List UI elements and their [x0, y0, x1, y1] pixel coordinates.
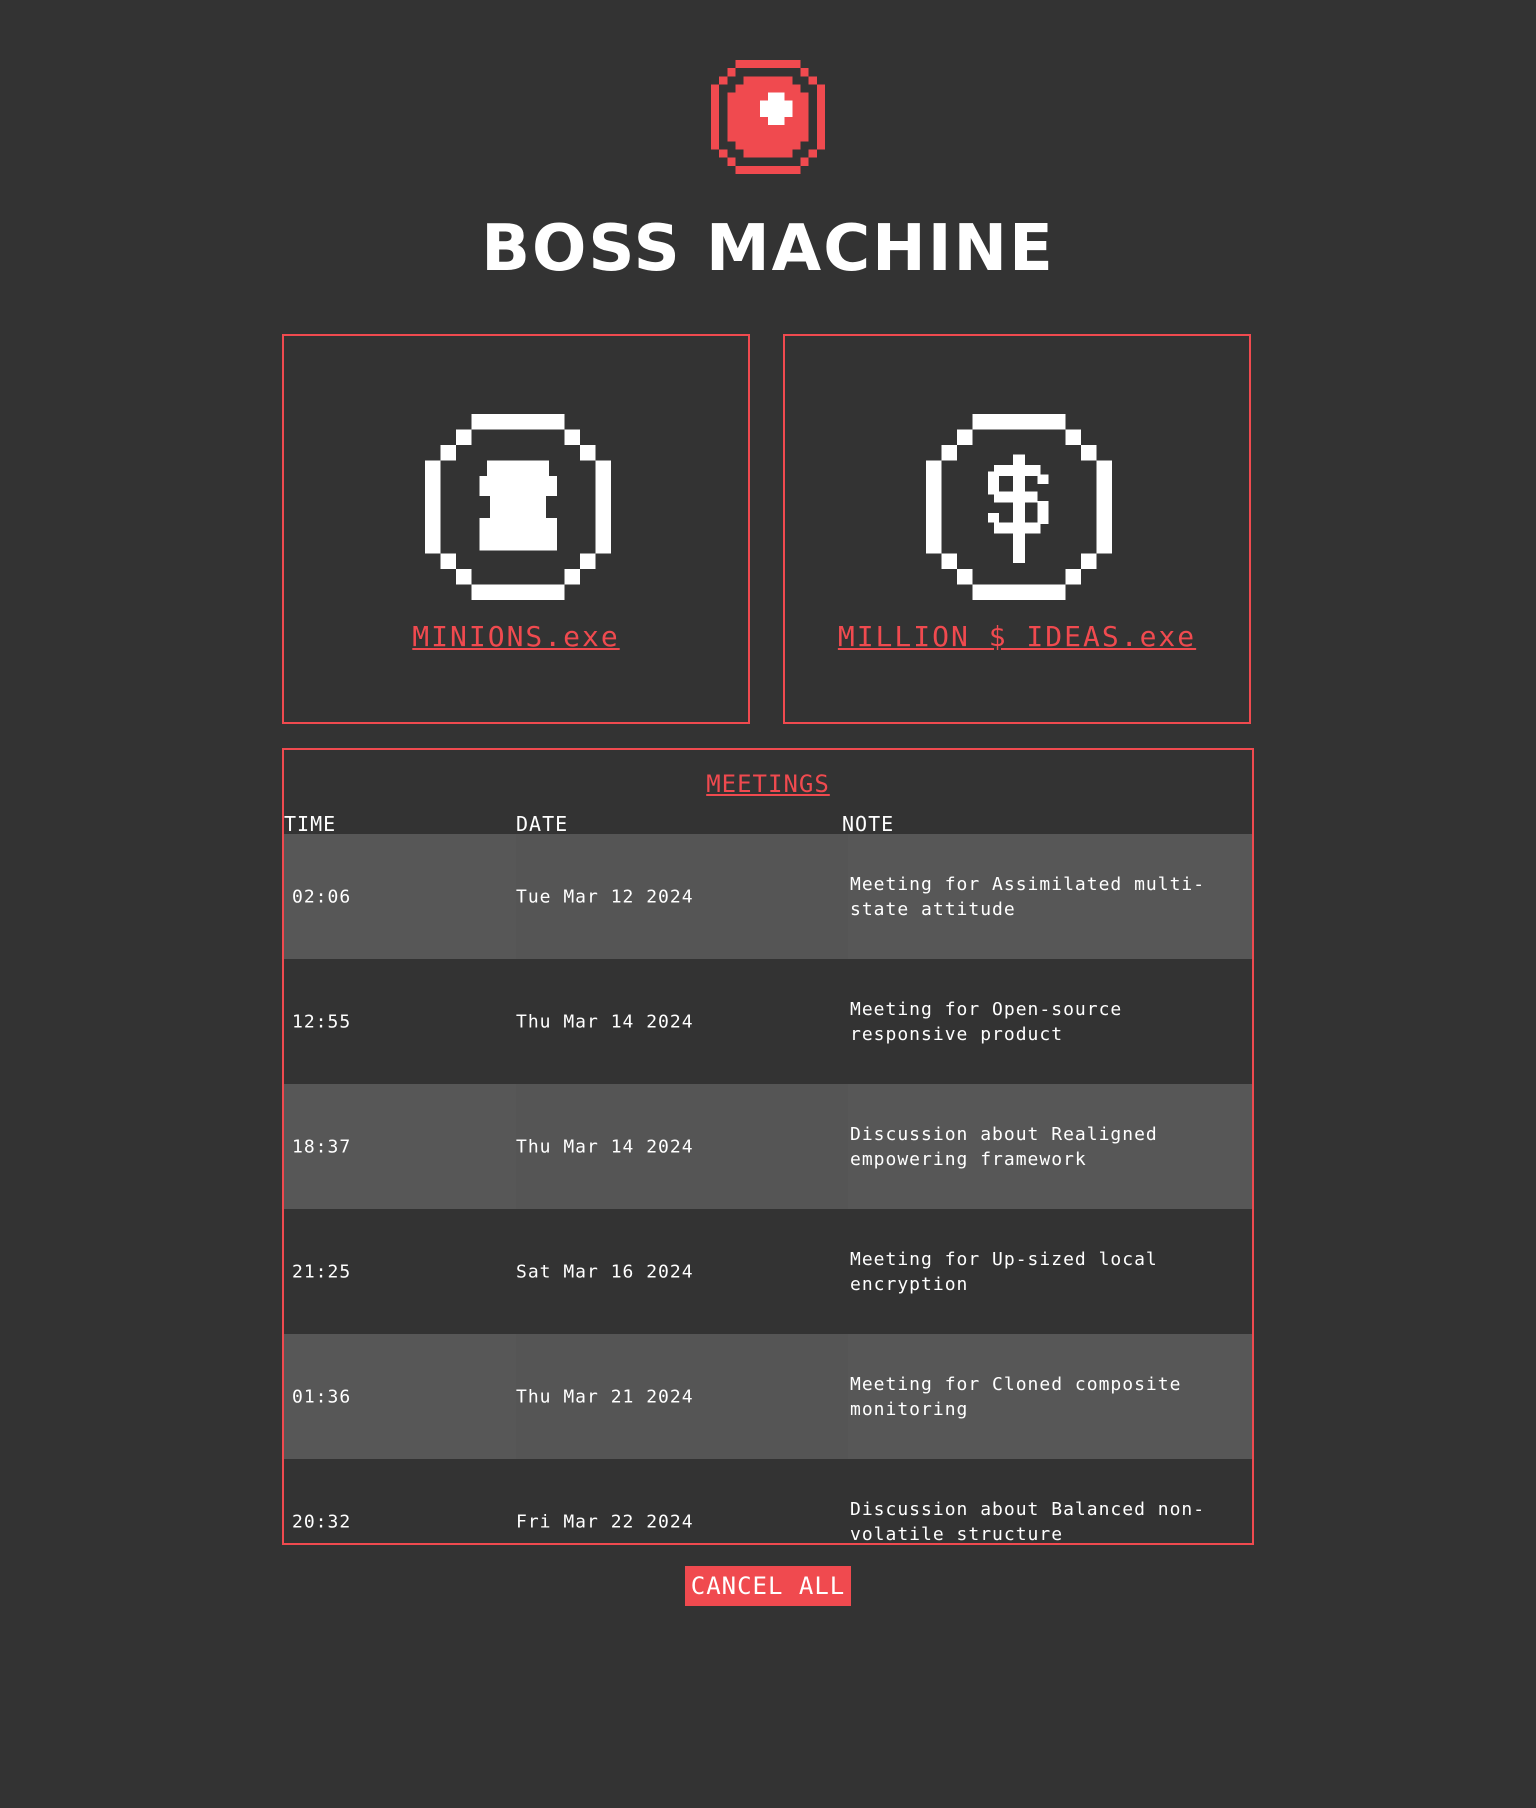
million-ideas-link[interactable]: MILLION $ IDEAS.exe [785, 620, 1249, 653]
meeting-note: Discussion about Realigned empowering fr… [850, 1123, 1158, 1170]
meeting-date: Thu Mar 21 2024 [516, 1386, 694, 1407]
meeting-note: Discussion about Balanced non-volatile s… [850, 1498, 1206, 1545]
meeting-date: Thu Mar 14 2024 [516, 1136, 694, 1157]
meeting-time: 18:37 [292, 1136, 352, 1157]
table-row: 18:37 Thu Mar 14 2024 Discussion about R… [284, 1084, 1252, 1209]
meeting-date: Sat Mar 16 2024 [516, 1261, 694, 1282]
meeting-time: 02:06 [292, 886, 352, 907]
meeting-note: Meeting for Up-sized local encryption [850, 1248, 1158, 1295]
meeting-date: Fri Mar 22 2024 [516, 1511, 694, 1532]
column-header-time: TIME [284, 812, 337, 836]
ideas-card[interactable]: MILLION $ IDEAS.exe [783, 334, 1251, 724]
table-row: 12:55 Thu Mar 14 2024 Meeting for Open-s… [284, 959, 1252, 1084]
dollar-coin-icon [926, 414, 1112, 600]
meetings-list[interactable]: 02:06 Tue Mar 12 2024 Meeting for Assimi… [284, 834, 1252, 1545]
meeting-time: 12:55 [292, 1011, 352, 1032]
column-header-note: NOTE [842, 812, 895, 836]
boss-machine-logo-icon [711, 60, 825, 174]
meeting-note: Meeting for Assimilated multi-state atti… [850, 873, 1206, 920]
app-title: BOSS MACHINE [481, 212, 1055, 286]
table-row: 01:36 Thu Mar 21 2024 Meeting for Cloned… [284, 1334, 1252, 1459]
table-row: 20:32 Fri Mar 22 2024 Discussion about B… [284, 1459, 1252, 1545]
meeting-time: 20:32 [292, 1511, 352, 1532]
meetings-panel: MEETINGS TIME DATE NOTE 02:06 Tue Mar 12… [282, 748, 1254, 1545]
table-row: 02:06 Tue Mar 12 2024 Meeting for Assimi… [284, 834, 1252, 959]
meeting-time: 21:25 [292, 1261, 352, 1282]
cancel-all-button[interactable]: CANCEL ALL [685, 1566, 851, 1606]
table-row: 21:25 Sat Mar 16 2024 Meeting for Up-siz… [284, 1209, 1252, 1334]
minions-link[interactable]: MINIONS.exe [284, 620, 748, 653]
meeting-note: Meeting for Cloned composite monitoring [850, 1373, 1182, 1420]
meeting-time: 01:36 [292, 1386, 352, 1407]
minion-icon [425, 414, 611, 600]
meeting-note: Meeting for Open-source responsive produ… [850, 998, 1123, 1045]
meeting-date: Tue Mar 12 2024 [516, 886, 694, 907]
meeting-date: Thu Mar 14 2024 [516, 1011, 694, 1032]
meetings-title-link[interactable]: MEETINGS [284, 770, 1252, 798]
column-header-date: DATE [516, 812, 569, 836]
meetings-column-headers: TIME DATE NOTE [284, 812, 1252, 836]
minions-card[interactable]: MINIONS.exe [282, 334, 750, 724]
